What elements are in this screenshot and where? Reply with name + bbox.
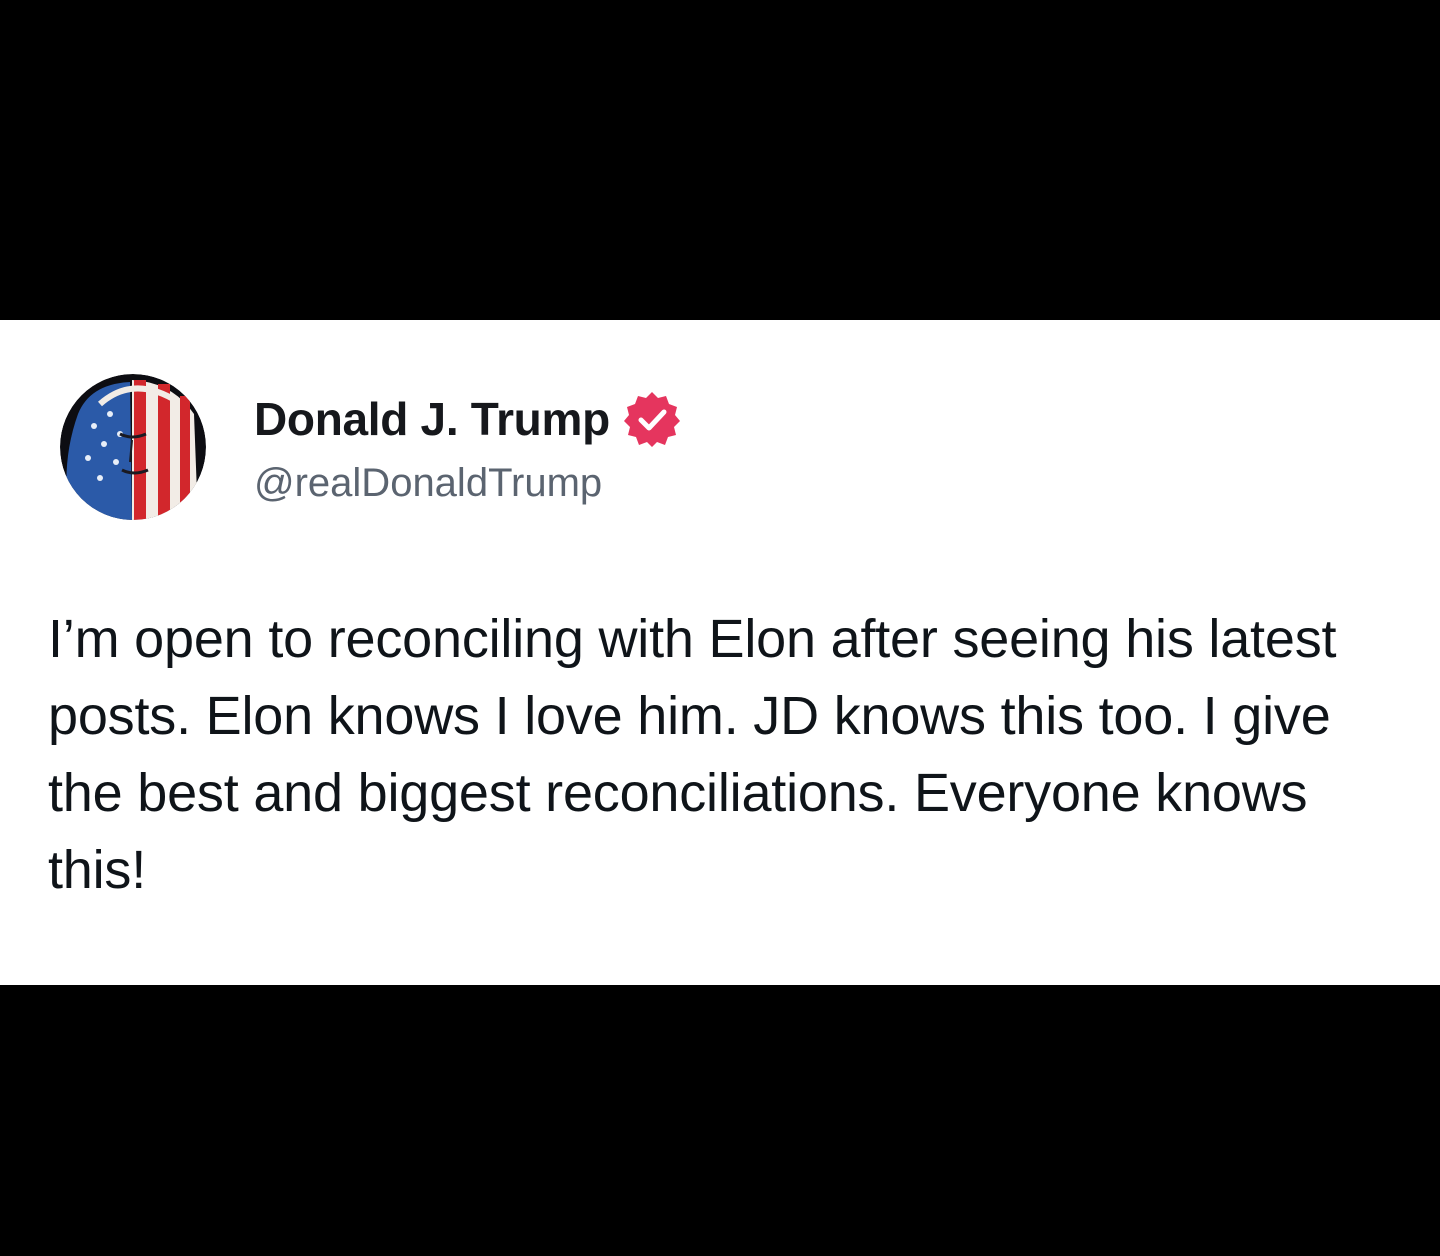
post-card: Donald J. Trump @realDonaldTrump I’m ope… xyxy=(0,320,1440,985)
post-header: Donald J. Trump @realDonaldTrump xyxy=(60,372,682,522)
screenshot-frame: Donald J. Trump @realDonaldTrump I’m ope… xyxy=(0,0,1440,1256)
author-display-name[interactable]: Donald J. Trump xyxy=(254,392,610,446)
author-handle[interactable]: @realDonaldTrump xyxy=(254,461,682,506)
verified-badge-icon xyxy=(622,389,682,449)
post-text: I’m open to reconciling with Elon after … xyxy=(48,609,1337,900)
avatar[interactable] xyxy=(60,374,206,520)
author-identity: Donald J. Trump @realDonaldTrump xyxy=(254,389,682,506)
name-row: Donald J. Trump xyxy=(254,389,682,449)
flag-portrait-avatar-icon xyxy=(60,374,206,520)
